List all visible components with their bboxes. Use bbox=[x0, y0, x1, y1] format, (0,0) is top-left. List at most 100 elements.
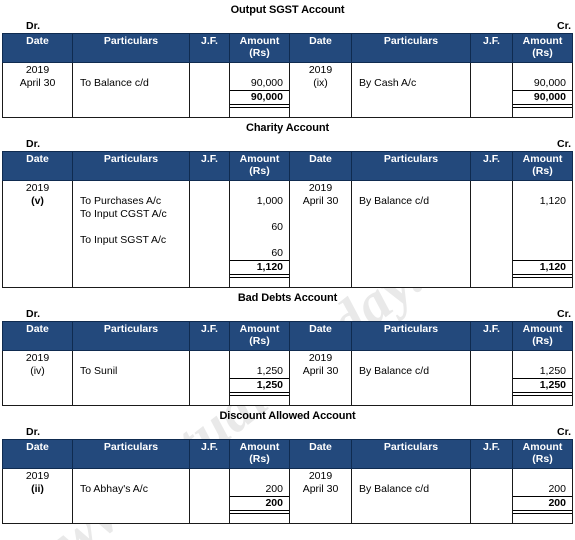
debit-particulars-cell: To Sunil bbox=[72, 350, 190, 406]
header-amount-credit-word: Amount bbox=[522, 441, 563, 453]
credit-amount-line: 200 bbox=[548, 483, 566, 495]
header-amount-debit-word: Amount bbox=[239, 153, 280, 165]
debit-amount-line: 90,000 bbox=[250, 77, 283, 89]
debit-particulars-line: To Purchases A/c bbox=[80, 195, 162, 207]
ledger-table: Date Particulars J.F. Amount (Rs) Date Particu… bbox=[2, 151, 573, 288]
debit-particulars-cell: To Abhay's A/c bbox=[72, 468, 190, 524]
credit-particulars-line bbox=[352, 64, 470, 77]
credit-amount-line bbox=[513, 470, 572, 483]
debit-amount-cell: 1,250 1,250 bbox=[229, 350, 290, 406]
header-amount-credit: Amount (Rs) bbox=[512, 321, 573, 351]
header-date-credit: Date bbox=[289, 439, 352, 469]
credit-amount-line: 1,120 bbox=[539, 195, 566, 207]
header-date-debit: Date bbox=[2, 321, 73, 351]
credit-date-line: (ix) bbox=[313, 77, 328, 89]
debit-particulars-line bbox=[73, 352, 189, 365]
header-amount-debit-unit: (Rs) bbox=[249, 453, 270, 465]
header-particulars-credit: Particulars bbox=[351, 321, 471, 351]
credit-jf-cell bbox=[470, 350, 513, 406]
header-jf-debit: J.F. bbox=[189, 151, 230, 181]
debit-amount-tail bbox=[230, 278, 289, 287]
debit-label: Dr. bbox=[26, 308, 41, 320]
credit-amount-line bbox=[513, 208, 572, 221]
ledger-body-row: 2019 (iv) To Sunil 1,250 1,250 2019 April 30 By… bbox=[2, 350, 573, 406]
ledger-body-row: 2019 (ii) To Abhay's A/c 200 200 2019 April 30… bbox=[2, 468, 573, 524]
credit-amount-line bbox=[513, 182, 572, 195]
debit-date-cell: 2019 (ii) bbox=[2, 468, 73, 524]
header-amount-debit: Amount (Rs) bbox=[229, 321, 290, 351]
credit-particulars-line: By Cash A/c bbox=[359, 77, 417, 89]
debit-particulars-line: To Abhay's A/c bbox=[80, 483, 148, 495]
debit-date-line: 2019 bbox=[25, 64, 50, 76]
debit-amount-line bbox=[230, 234, 289, 247]
header-amount-credit-unit: (Rs) bbox=[532, 453, 553, 465]
ledger-table: Date Particulars J.F. Amount (Rs) Date Particu… bbox=[2, 439, 573, 524]
debit-credit-labels: Dr. Cr. bbox=[0, 137, 575, 151]
debit-particulars-line bbox=[73, 221, 189, 234]
credit-jf-cell bbox=[470, 62, 513, 118]
header-amount-debit-word: Amount bbox=[239, 35, 280, 47]
header-date-debit: Date bbox=[2, 439, 73, 469]
account-block: Bad Debts Account Dr. Cr. Date Particulars J.… bbox=[0, 288, 575, 406]
header-amount-credit: Amount (Rs) bbox=[512, 439, 573, 469]
debit-label: Dr. bbox=[26, 138, 41, 150]
header-particulars-debit: Particulars bbox=[72, 151, 190, 181]
header-amount-credit-word: Amount bbox=[522, 35, 563, 47]
ledger-header-row: Date Particulars J.F. Amount (Rs) Date Particu… bbox=[2, 151, 573, 181]
header-date-credit: Date bbox=[289, 151, 352, 181]
debit-amount-tail bbox=[230, 514, 289, 523]
account-title: Charity Account bbox=[245, 122, 330, 134]
header-particulars-debit: Particulars bbox=[72, 33, 190, 63]
debit-particulars-cell: To Balance c/d bbox=[72, 62, 190, 118]
debit-date-line: (v) bbox=[31, 195, 44, 207]
header-amount-credit-unit: (Rs) bbox=[532, 165, 553, 177]
header-jf-credit: J.F. bbox=[470, 151, 513, 181]
credit-amount-total: 90,000 bbox=[513, 90, 572, 105]
credit-particulars-line bbox=[352, 182, 470, 195]
credit-date-line: 2019 bbox=[308, 64, 333, 76]
debit-label: Dr. bbox=[26, 426, 41, 438]
debit-amount-line bbox=[230, 470, 289, 483]
credit-label: Cr. bbox=[556, 138, 571, 150]
credit-amount-total: 200 bbox=[513, 496, 572, 511]
debit-jf-value bbox=[190, 351, 229, 352]
header-jf-credit: J.F. bbox=[470, 33, 513, 63]
debit-amount-tail bbox=[230, 396, 289, 405]
ledger-body-row: 2019 April 30 To Balance c/d 90,000 90,000 20… bbox=[2, 62, 573, 118]
ledger-table: Date Particulars J.F. Amount (Rs) Date Particu… bbox=[2, 33, 573, 118]
credit-amount-tail bbox=[513, 108, 572, 117]
credit-date-line: April 30 bbox=[302, 483, 339, 495]
header-particulars-credit: Particulars bbox=[351, 33, 471, 63]
account-block: Charity Account Dr. Cr. Date Particulars J.F.… bbox=[0, 118, 575, 288]
debit-amount-line: 60 bbox=[271, 247, 283, 259]
debit-amount-line bbox=[230, 352, 289, 365]
credit-amount-total: 1,250 bbox=[513, 378, 572, 393]
credit-amount-line: 1,250 bbox=[539, 365, 566, 377]
account-block: Discount Allowed Account Dr. Cr. Date Partic… bbox=[0, 406, 575, 524]
header-jf-debit: J.F. bbox=[189, 33, 230, 63]
debit-jf-cell bbox=[189, 350, 230, 406]
debit-amount-cell: 200 200 bbox=[229, 468, 290, 524]
header-amount-debit: Amount (Rs) bbox=[229, 151, 290, 181]
debit-date-line: 2019 bbox=[25, 470, 50, 482]
debit-date-line: April 30 bbox=[19, 77, 56, 89]
credit-jf-cell bbox=[470, 180, 513, 288]
credit-particulars-line bbox=[352, 352, 470, 365]
debit-amount-total: 1,250 bbox=[230, 378, 289, 393]
ledger-header-row: Date Particulars J.F. Amount (Rs) Date Particu… bbox=[2, 439, 573, 469]
debit-particulars-line: To Input CGST A/c bbox=[80, 208, 167, 220]
header-amount-debit-word: Amount bbox=[239, 323, 280, 335]
credit-particulars-cell: By Balance c/d bbox=[351, 468, 471, 524]
header-amount-credit: Amount (Rs) bbox=[512, 151, 573, 181]
header-amount-debit-unit: (Rs) bbox=[249, 335, 270, 347]
debit-credit-labels: Dr. Cr. bbox=[0, 425, 575, 439]
debit-jf-cell bbox=[189, 62, 230, 118]
debit-particulars-line: To Balance c/d bbox=[80, 77, 149, 89]
header-amount-credit-word: Amount bbox=[522, 323, 563, 335]
debit-credit-labels: Dr. Cr. bbox=[0, 19, 575, 33]
credit-jf-cell bbox=[470, 468, 513, 524]
header-amount-credit-unit: (Rs) bbox=[532, 47, 553, 59]
credit-amount-line bbox=[513, 221, 572, 234]
credit-amount-line bbox=[513, 247, 572, 260]
debit-amount-total: 90,000 bbox=[230, 90, 289, 105]
